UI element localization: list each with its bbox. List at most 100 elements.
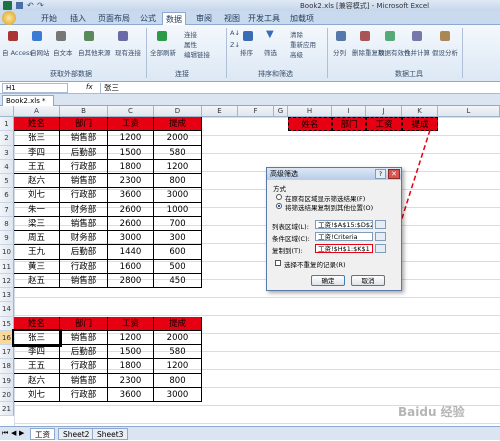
table-cell[interactable]: 刘七 xyxy=(14,188,60,203)
column-header-i[interactable]: I xyxy=(332,106,366,117)
reapply-button[interactable]: 重新应用 xyxy=(290,39,316,49)
table-cell[interactable]: 3000 xyxy=(154,387,202,402)
table-cell[interactable]: 财务部 xyxy=(60,202,108,217)
table-cell[interactable]: 3000 xyxy=(154,188,202,203)
list-range-picker-icon[interactable] xyxy=(375,220,386,229)
table-cell[interactable]: 600 xyxy=(154,245,202,260)
tab-page-layout[interactable]: 页面布局 xyxy=(95,12,133,25)
row-header[interactable]: 10 xyxy=(0,245,14,260)
sort-az-icon[interactable]: A↓ xyxy=(230,29,240,37)
table-cell[interactable]: 3000 xyxy=(108,231,154,246)
row-header[interactable]: 11 xyxy=(0,259,14,274)
table-cell[interactable]: 1200 xyxy=(154,359,202,374)
prev-sheet-icon[interactable]: ◀ xyxy=(11,429,16,437)
filter-button[interactable]: 筛选 xyxy=(264,47,277,57)
unique-records-label[interactable]: 选择不重复的记录(R) xyxy=(284,259,346,269)
table-cell[interactable]: 2600 xyxy=(108,216,154,231)
row-header[interactable]: 12 xyxy=(0,273,14,288)
table-header-cell[interactable]: 工资 xyxy=(108,117,154,132)
column-header-f[interactable]: F xyxy=(238,106,274,117)
from-other-button[interactable]: 自其他来源 xyxy=(78,47,111,57)
what-if-button[interactable]: 假设分析 xyxy=(432,47,458,57)
table-cell[interactable]: 800 xyxy=(154,174,202,189)
column-header-l[interactable]: L xyxy=(438,106,500,117)
row-header[interactable]: 15 xyxy=(0,316,14,331)
table-cell[interactable]: 王五 xyxy=(14,359,60,374)
table-cell[interactable]: 2800 xyxy=(108,273,154,288)
list-range-input[interactable]: 工资!$A$15:$D$20 xyxy=(315,220,373,229)
office-button[interactable] xyxy=(2,11,16,25)
table-cell[interactable]: 行政部 xyxy=(60,359,108,374)
tab-formulas[interactable]: 公式 xyxy=(137,12,159,25)
column-header-b[interactable]: B xyxy=(60,106,108,117)
row-header[interactable]: 1 xyxy=(0,117,14,132)
table-cell[interactable]: 300 xyxy=(154,231,202,246)
table-cell[interactable]: 销售部 xyxy=(60,216,108,231)
tab-view[interactable]: 视图 xyxy=(221,12,243,25)
cancel-button[interactable]: 取消 xyxy=(351,275,385,286)
select-all-corner[interactable] xyxy=(0,106,14,117)
table-header-cell[interactable]: 提成 xyxy=(154,316,202,331)
column-header-j[interactable]: J xyxy=(366,106,402,117)
table-cell[interactable]: 张三 xyxy=(12,328,62,348)
table-cell[interactable]: 800 xyxy=(154,373,202,388)
tab-insert[interactable]: 插入 xyxy=(67,12,89,25)
column-header-k[interactable]: K xyxy=(402,106,438,117)
table-cell[interactable]: 3600 xyxy=(108,188,154,203)
column-header-c[interactable]: C xyxy=(108,106,154,117)
column-header-h[interactable]: H xyxy=(288,106,332,117)
table-cell[interactable]: 450 xyxy=(154,273,202,288)
table-cell[interactable]: 行政部 xyxy=(60,188,108,203)
table-cell[interactable]: 1200 xyxy=(154,159,202,174)
dialog-close-button[interactable]: ✕ xyxy=(388,169,400,179)
tab-data[interactable]: 数据 xyxy=(162,12,186,25)
table-cell[interactable]: 行政部 xyxy=(60,387,108,402)
copy-target-header-cell[interactable]: 姓名 xyxy=(288,117,332,132)
unique-records-checkbox[interactable] xyxy=(275,260,281,266)
table-cell[interactable]: 700 xyxy=(154,216,202,231)
table-cell[interactable]: 赵五 xyxy=(14,273,60,288)
table-cell[interactable]: 2600 xyxy=(108,202,154,217)
redo-icon[interactable]: ↷ xyxy=(37,1,44,10)
undo-icon[interactable]: ↶ xyxy=(27,1,34,10)
table-cell[interactable]: 后勤部 xyxy=(60,245,108,260)
radio-copy-label[interactable]: 将筛选结果复制到其他位置(O) xyxy=(285,202,373,212)
table-cell[interactable]: 2300 xyxy=(108,174,154,189)
table-cell[interactable]: 李四 xyxy=(14,145,60,160)
ok-button[interactable]: 确定 xyxy=(311,275,345,286)
radio-original[interactable] xyxy=(276,194,282,200)
row-header[interactable]: 21 xyxy=(0,402,14,417)
table-cell[interactable]: 1440 xyxy=(108,245,154,260)
table-cell[interactable]: 580 xyxy=(154,145,202,160)
row-header[interactable]: 6 xyxy=(0,188,14,203)
table-cell[interactable]: 张三 xyxy=(14,131,60,146)
table-cell[interactable]: 1800 xyxy=(108,159,154,174)
row-header[interactable]: 9 xyxy=(0,231,14,246)
row-header[interactable]: 18 xyxy=(0,359,14,374)
table-cell[interactable]: 1000 xyxy=(154,202,202,217)
sheet-tab-3[interactable]: Sheet3 xyxy=(92,428,129,440)
table-cell[interactable]: 朱一 xyxy=(14,202,60,217)
table-header-cell[interactable]: 提成 xyxy=(154,117,202,132)
tab-developer[interactable]: 开发工具 xyxy=(247,12,281,25)
table-cell[interactable]: 财务部 xyxy=(60,231,108,246)
column-header-g[interactable]: G xyxy=(274,106,288,117)
row-header[interactable]: 20 xyxy=(0,387,14,402)
table-cell[interactable]: 赵六 xyxy=(14,373,60,388)
row-header[interactable]: 17 xyxy=(0,345,14,360)
table-cell[interactable]: 销售部 xyxy=(60,174,108,189)
tab-home[interactable]: 开始 xyxy=(38,12,60,25)
table-cell[interactable]: 销售部 xyxy=(60,373,108,388)
table-cell[interactable]: 黄三 xyxy=(14,259,60,274)
formula-input[interactable]: 张三 xyxy=(100,83,498,93)
table-cell[interactable]: 580 xyxy=(154,345,202,360)
row-header[interactable]: 8 xyxy=(0,216,14,231)
row-header[interactable]: 13 xyxy=(0,288,14,303)
dialog-help-button[interactable]: ? xyxy=(375,169,386,179)
tab-addins[interactable]: 加载项 xyxy=(287,12,317,25)
first-sheet-icon[interactable]: ⏮ xyxy=(2,429,8,438)
next-sheet-icon[interactable]: ▶ xyxy=(19,429,24,437)
table-cell[interactable]: 李四 xyxy=(14,345,60,360)
workbook-tab[interactable]: Book2.xls * xyxy=(2,95,54,106)
copy-to-picker-icon[interactable] xyxy=(375,244,386,253)
